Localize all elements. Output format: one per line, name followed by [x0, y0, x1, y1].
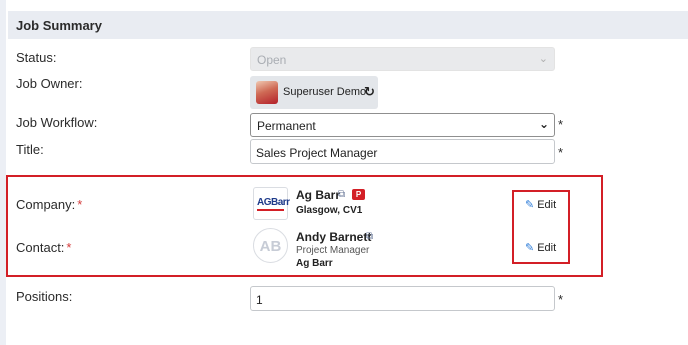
contact-avatar: AB [253, 228, 288, 263]
job-workflow-label: Job Workflow: [16, 115, 98, 130]
positions-label: Positions: [16, 289, 73, 304]
pencil-icon: ✎ [525, 242, 535, 254]
company-name-link[interactable]: Ag Barr [296, 188, 340, 202]
edit-company-label: Edit [537, 199, 557, 211]
title-label: Title: [16, 142, 44, 157]
chevron-down-icon: ⌄ [538, 53, 548, 65]
contact-company: Ag Barr [296, 258, 333, 269]
external-link-icon[interactable]: ⧉ [366, 231, 373, 242]
company-label-text: Company: [16, 197, 76, 212]
section-header [8, 11, 688, 39]
positions-value: 1 [256, 293, 263, 307]
company-required-mark: * [77, 197, 83, 212]
company-location: Glasgow, CV1 [296, 205, 363, 216]
contact-job-title: Project Manager [296, 245, 370, 256]
status-label: Status: [16, 50, 57, 65]
company-badge: P [352, 189, 365, 200]
title-value: Sales Project Manager [256, 146, 378, 160]
company-label: Company: * [16, 197, 82, 212]
title-required-mark: * [558, 145, 564, 160]
positions-input[interactable]: 1 [250, 286, 555, 311]
positions-required-mark: * [558, 292, 564, 307]
company-logo-text: AGBarr [257, 197, 290, 208]
company-logo: AGBarr [253, 187, 290, 220]
status-select: Open ⌄ [250, 47, 555, 71]
owner-name: Superuser Demo [283, 86, 367, 98]
job-owner-chip[interactable]: Superuser Demo ↻ [250, 76, 378, 109]
contact-initials: AB [259, 238, 282, 255]
company-logo-underline [257, 209, 284, 211]
edit-company-button[interactable]: ✎ Edit [525, 198, 556, 211]
edit-contact-button[interactable]: ✎ Edit [525, 241, 556, 254]
contact-label-text: Contact: [16, 240, 65, 255]
status-value: Open [257, 53, 287, 67]
contact-name-link[interactable]: Andy Barnett [296, 230, 371, 244]
edit-contact-label: Edit [537, 242, 557, 254]
chevron-down-icon: ⌄ [538, 117, 549, 131]
job-workflow-value: Permanent [257, 119, 316, 133]
contact-label: Contact: * [16, 240, 71, 255]
contact-required-mark: * [66, 240, 72, 255]
pencil-icon: ✎ [525, 199, 535, 211]
workflow-required-mark: * [558, 117, 564, 132]
section-title: Job Summary [16, 18, 102, 33]
job-workflow-select[interactable]: Permanent ⌄ [250, 113, 555, 137]
left-panel-strip [0, 0, 6, 345]
owner-avatar [256, 81, 278, 104]
refresh-icon[interactable]: ↻ [364, 84, 375, 100]
title-input[interactable]: Sales Project Manager [250, 139, 555, 164]
external-link-icon[interactable]: ⧉ [338, 189, 345, 200]
job-owner-label: Job Owner: [16, 76, 83, 91]
